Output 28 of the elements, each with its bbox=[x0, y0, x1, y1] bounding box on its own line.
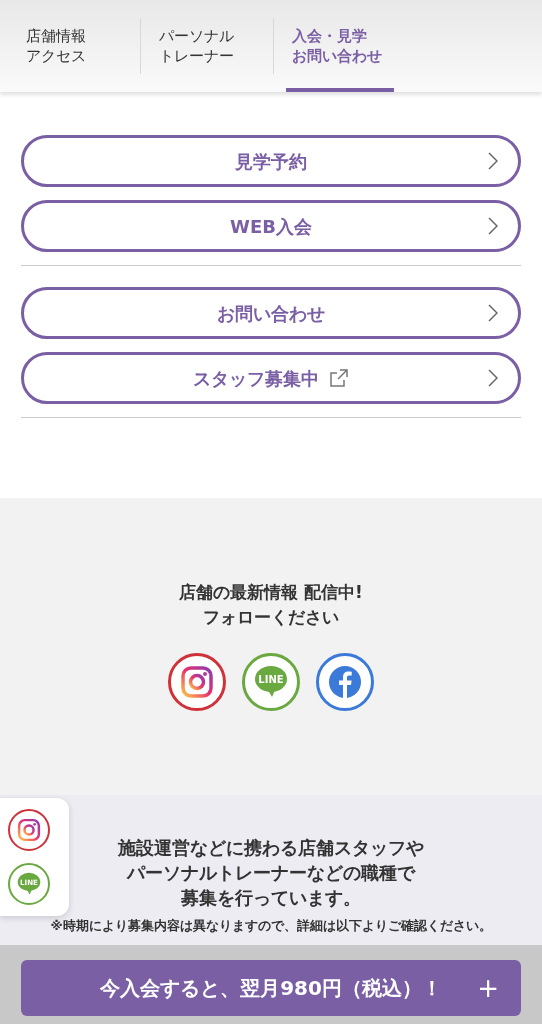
join-offer-button[interactable]: 今入会すると、翌月980円（税込）！ + bbox=[21, 960, 521, 1016]
instagram-button[interactable] bbox=[7, 809, 50, 851]
chevron-right-icon bbox=[488, 152, 498, 170]
follow-heading-line: フォローください bbox=[202, 605, 340, 629]
recruit-note: ※時期により募集内容は異なりますので、詳細は以下よりご確認ください。 bbox=[49, 917, 493, 936]
instagram-icon bbox=[180, 665, 214, 700]
menu-button[interactable]: お問い合わせ bbox=[21, 287, 521, 339]
follow-heading-line: 店舗の最新情報 配信中! bbox=[178, 581, 364, 604]
plus-icon: + bbox=[477, 968, 499, 1008]
external-link-icon bbox=[329, 368, 349, 388]
menu-button[interactable]: スタッフ募集中 bbox=[21, 352, 521, 404]
nav-tab[interactable]: 店舗情報 アクセス bbox=[8, 0, 140, 92]
nav-tab[interactable]: パーソナル トレーナー bbox=[141, 0, 273, 92]
recruit-text-line: 募集を行っています。 bbox=[180, 886, 362, 911]
recruit-text-line: 施設運営などに携わる店舗スタッフや bbox=[118, 836, 424, 860]
instagram-button[interactable] bbox=[168, 653, 226, 712]
menu-button[interactable]: WEB入会 bbox=[21, 200, 521, 252]
facebook-icon bbox=[328, 665, 362, 700]
chevron-right-icon bbox=[488, 304, 498, 322]
line-button[interactable]: LINE bbox=[7, 863, 50, 905]
line-button[interactable]: LINE bbox=[242, 653, 300, 712]
facebook-button[interactable] bbox=[316, 653, 374, 712]
recruit-text-line: パーソナルトレーナーなどの職種で bbox=[125, 861, 417, 886]
chevron-right-icon bbox=[488, 369, 498, 387]
chevron-right-icon bbox=[488, 217, 498, 235]
menu-button[interactable]: 見学予約 bbox=[21, 135, 521, 187]
nav-tab[interactable]: 入会・見学 お問い合わせ bbox=[274, 0, 406, 92]
instagram-icon bbox=[16, 818, 41, 842]
